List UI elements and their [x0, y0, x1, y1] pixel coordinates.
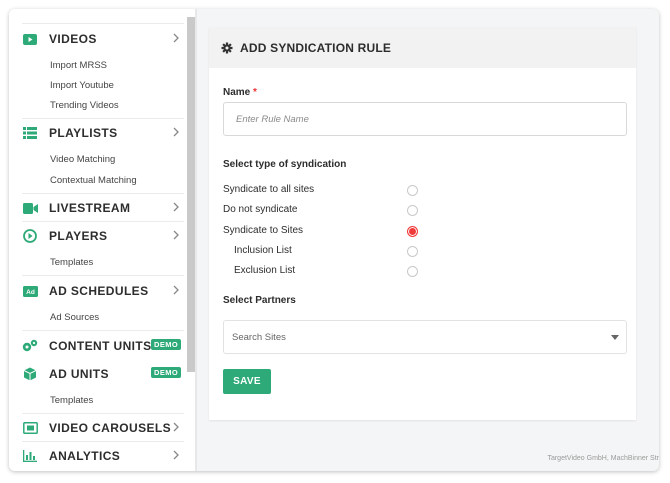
sidebar-item-label: VIDEO CAROUSELS: [49, 421, 172, 435]
app-window: VIDEOS Import MRSS Import Youtube Trendi…: [9, 9, 659, 471]
chevron-right-icon: [173, 202, 179, 212]
form-title: ADD SYNDICATION RULE: [240, 40, 392, 55]
name-label: Name *: [223, 87, 257, 98]
sidebar-item-label: AD SCHEDULES: [49, 284, 149, 298]
sidebar-subitem-ad-sources[interactable]: Ad Sources: [50, 312, 99, 323]
sidebar-subitem-ad-unit-templates[interactable]: Templates: [50, 395, 93, 406]
playlist-icon: [22, 126, 38, 140]
divider: [22, 23, 184, 24]
sidebar-item-livestream[interactable]: LIVESTREAM: [22, 198, 184, 218]
chevron-right-icon: [173, 450, 179, 460]
bar-chart-icon: [22, 449, 38, 463]
gears-icon: [22, 339, 38, 353]
divider: [22, 330, 184, 331]
sidebar-subitem-import-mrss[interactable]: Import MRSS: [50, 60, 107, 71]
sidebar-subitem-player-templates[interactable]: Templates: [50, 257, 93, 268]
chevron-right-icon: [173, 230, 179, 240]
chevron-right-icon: [173, 422, 179, 432]
sidebar-subitem-import-youtube[interactable]: Import Youtube: [50, 80, 114, 91]
sidebar-subitem-video-matching[interactable]: Video Matching: [50, 154, 115, 165]
gear-icon: [221, 42, 233, 53]
radio-exclusion-list[interactable]: [407, 266, 418, 277]
sidebar-item-analytics[interactable]: ANALYTICS: [22, 446, 184, 466]
partners-label: Select Partners: [223, 295, 296, 306]
sidebar-scrollbar[interactable]: [187, 17, 195, 372]
option-syndicate-to-sites-label: Syndicate to Sites: [223, 225, 304, 236]
sidebar-item-playlists[interactable]: PLAYLISTS: [22, 123, 184, 143]
demo-badge: DEMO: [151, 367, 182, 378]
sidebar-item-label: CONTENT UNITS: [49, 339, 152, 353]
video-play-icon: [22, 32, 38, 46]
partners-placeholder: Search Sites: [232, 332, 286, 343]
chevron-down-icon: [611, 335, 619, 340]
play-circle-icon: [22, 229, 38, 243]
rule-name-input[interactable]: [223, 102, 627, 136]
syndication-rule-form: ADD SYNDICATION RULE Name * Select type …: [209, 27, 636, 420]
option-exclusion-list-label: Exclusion List: [234, 265, 296, 276]
partners-select[interactable]: Search Sites: [223, 320, 627, 354]
sidebar-border: [195, 9, 197, 471]
name-label-text: Name: [223, 87, 251, 98]
chevron-right-icon: [173, 285, 179, 295]
radio-inclusion-list[interactable]: [407, 246, 418, 257]
cube-icon: [22, 367, 38, 381]
chevron-right-icon: [173, 127, 179, 137]
divider: [22, 118, 184, 119]
demo-badge: DEMO: [151, 339, 182, 350]
sidebar-item-label: VIDEOS: [49, 32, 97, 46]
divider: [22, 193, 184, 194]
sidebar-item-video-carousels[interactable]: VIDEO CAROUSELS: [22, 418, 184, 438]
divider: [22, 413, 184, 414]
sidebar-item-players[interactable]: PLAYERS: [22, 226, 184, 246]
sidebar-item-label: PLAYERS: [49, 229, 108, 243]
footer-text: TargetVideo GmbH, MachBinner Str: [547, 455, 659, 462]
save-button[interactable]: SAVE: [223, 369, 271, 394]
sidebar-item-videos[interactable]: VIDEOS: [22, 29, 184, 49]
chevron-right-icon: [173, 33, 179, 43]
divider: [22, 221, 184, 222]
sidebar-item-ad-schedules[interactable]: Ad AD SCHEDULES: [22, 281, 184, 301]
camera-icon: [22, 201, 38, 215]
radio-syndicate-all[interactable]: [407, 185, 418, 196]
option-inclusion-list-label: Inclusion List: [234, 245, 292, 256]
syndication-type-label: Select type of syndication: [223, 159, 347, 170]
form-header: ADD SYNDICATION RULE: [209, 27, 636, 68]
ad-icon: Ad: [22, 284, 38, 298]
sidebar-item-label: AD UNITS: [49, 367, 109, 381]
divider: [22, 441, 184, 442]
divider: [22, 275, 184, 276]
sidebar-item-label: LIVESTREAM: [49, 201, 131, 215]
option-syndicate-all-label: Syndicate to all sites: [223, 184, 315, 195]
required-marker: *: [253, 87, 257, 98]
sidebar-subitem-trending-videos[interactable]: Trending Videos: [50, 100, 119, 111]
sidebar-item-label: PLAYLISTS: [49, 126, 118, 140]
radio-do-not-syndicate[interactable]: [407, 205, 418, 216]
sidebar-subitem-contextual-matching[interactable]: Contextual Matching: [50, 175, 137, 186]
sidebar: VIDEOS Import MRSS Import Youtube Trendi…: [9, 9, 195, 471]
sidebar-item-label: ANALYTICS: [49, 449, 121, 463]
svg-text:Ad: Ad: [26, 289, 35, 296]
radio-syndicate-to-sites[interactable]: [407, 226, 418, 237]
carousel-icon: [22, 421, 38, 435]
option-do-not-syndicate-label: Do not syndicate: [223, 204, 298, 215]
